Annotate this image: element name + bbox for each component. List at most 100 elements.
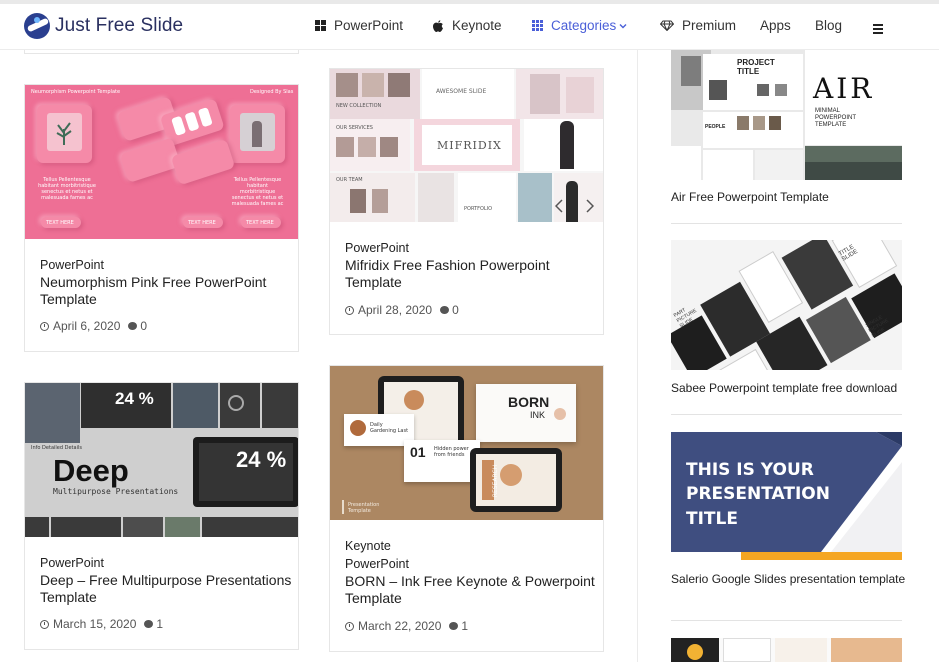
post-category[interactable]: PowerPoint <box>40 554 295 572</box>
thumb-slide-panel <box>230 105 285 163</box>
logo-text: Just Free Slide <box>55 15 184 36</box>
comment-icon <box>440 306 450 314</box>
hamburger-icon[interactable] <box>873 24 883 36</box>
nav-item-keynote[interactable]: Keynote <box>433 18 502 33</box>
thumb-label: AWESOME SLIDE <box>436 88 487 95</box>
nav-item-blog[interactable]: Blog <box>815 18 842 33</box>
post-card[interactable]: Neumorphism Powerpoint Template Designed… <box>24 84 299 352</box>
thumb-stat: 24 % <box>115 389 154 408</box>
comment-count[interactable]: 1 <box>461 619 468 633</box>
post-stats: March 15, 2020 1 <box>40 617 163 631</box>
comment-count[interactable]: 0 <box>140 319 147 333</box>
sidebar-thumbnail[interactable]: THIS IS YOUR PRESENTATION TITLE <box>671 432 902 562</box>
thumb-button-text: TEXT HERE <box>188 220 216 226</box>
thumb-headline: Deep <box>53 453 129 488</box>
post-date: April 6, 2020 <box>53 319 121 333</box>
sidebar-thumbnail-partial[interactable] <box>671 638 902 662</box>
thumb-small-label: Info Detailed Details <box>31 445 82 451</box>
comment-icon <box>449 622 459 630</box>
carousel-prev-icon[interactable] <box>555 199 563 213</box>
thumb-slide-panel <box>37 105 92 163</box>
clock-icon <box>345 621 354 631</box>
post-category[interactable]: PowerPoint <box>345 239 595 257</box>
site-logo[interactable]: Just Free Slide <box>24 13 183 39</box>
thumb-big: AIR <box>813 72 875 105</box>
post-stats: April 6, 2020 0 <box>40 319 147 333</box>
post-title[interactable]: Neumorphism Pink Free PowerPoint Templat… <box>40 274 290 308</box>
thumb-body-text: Tellus Pellentesque habitant morbitristi… <box>231 177 284 207</box>
chevron-down-icon <box>619 23 627 28</box>
comment-icon <box>144 620 154 628</box>
post-title[interactable]: BORN – Ink Free Keynote & Powerpoint Tem… <box>345 573 600 607</box>
thumb-header-right: Designed By Slas <box>250 89 294 95</box>
divider <box>671 620 902 621</box>
sidebar-thumbnail[interactable]: TITLE SLIDE PART PICTURE SLIDE SINGLE PI… <box>671 240 902 370</box>
nav-label: Categories <box>551 18 617 33</box>
post-title[interactable]: Mifridix Free Fashion Powerpoint Templat… <box>345 257 595 291</box>
comment-count[interactable]: 1 <box>156 617 163 631</box>
post-title[interactable]: Deep – Free Multipurpose Presentations T… <box>40 572 295 606</box>
nav-item-apps[interactable]: Apps <box>760 18 791 33</box>
thumb-brand-sub: INK <box>530 410 546 420</box>
apple-icon <box>433 19 443 32</box>
carousel-next-icon[interactable] <box>586 199 594 213</box>
thumb-line: THIS IS YOUR <box>686 460 814 480</box>
post-thumbnail[interactable]: BORN INK Daily Gardening Last 01 Hidden … <box>330 366 603 520</box>
comment-count[interactable]: 0 <box>452 303 459 317</box>
diamond-icon <box>660 20 674 31</box>
post-card[interactable]: 24 % Info Detailed Details Deep Multipur… <box>24 382 299 650</box>
thumb-label: OUR TEAM <box>336 177 363 183</box>
sidebar-post-title[interactable]: Air Free Powerpoint Template <box>671 190 911 205</box>
post-stats: April 28, 2020 0 <box>345 303 459 317</box>
post-category[interactable]: PowerPoint <box>40 256 290 274</box>
nav-label: Apps <box>760 18 791 33</box>
post-thumbnail[interactable]: Neumorphism Powerpoint Template Designed… <box>25 85 298 239</box>
nav-item-categories[interactable]: Categories <box>532 18 627 33</box>
thumb-numeral: 01 <box>410 444 426 460</box>
thumb-research: RESEARCH <box>492 464 500 498</box>
divider <box>671 223 902 224</box>
nav-label: Blog <box>815 18 843 33</box>
thumb-caption: Presentation Template <box>348 502 380 514</box>
post-category[interactable]: PowerPoint <box>345 555 600 573</box>
thumb-line: PRESENTATION <box>686 484 830 504</box>
grid-icon <box>532 20 543 31</box>
thumb-line: TITLE <box>686 509 738 529</box>
nav-item-powerpoint[interactable]: PowerPoint <box>315 18 403 33</box>
comment-icon <box>128 322 138 330</box>
divider <box>671 414 902 415</box>
sidebar-post-title[interactable]: Sabee Powerpoint template free download <box>671 381 911 396</box>
thumb-label: OUR SERVICES <box>336 125 373 131</box>
post-date: March 22, 2020 <box>358 619 442 633</box>
thumb-people: PEOPLE <box>705 124 726 130</box>
sidebar-post-title[interactable]: Salerio Google Slides presentation templ… <box>671 572 911 587</box>
thumb-button-text: TEXT HERE <box>246 220 274 226</box>
thumb-body-text: Tellus Pellentesque habitant morbitristi… <box>38 177 96 201</box>
logo-mark-icon <box>24 13 50 39</box>
thumb-brand: MIFRIDIX <box>437 139 502 152</box>
thumb-label: PORTFOLIO <box>464 206 493 212</box>
thumb-label: NEW COLLECTION <box>336 103 382 109</box>
sidebar-thumbnail[interactable]: PROJECT TITLE AIR MINIMAL POWERPOINT TEM… <box>671 50 902 180</box>
nav-item-premium[interactable]: Premium <box>660 18 736 33</box>
plant-icon <box>56 122 72 145</box>
post-stats: March 22, 2020 1 <box>345 619 468 633</box>
post-card[interactable]: BORN INK Daily Gardening Last 01 Hidden … <box>329 365 604 652</box>
clock-icon <box>345 305 354 315</box>
post-date: April 28, 2020 <box>358 303 433 317</box>
thumb-slide-collage <box>107 85 243 212</box>
post-thumbnail[interactable]: 24 % Info Detailed Details Deep Multipur… <box>25 383 298 537</box>
windows-icon <box>315 20 326 31</box>
thumb-sub: Multipurpose Presentations <box>53 487 179 496</box>
sidebar: PROJECT TITLE AIR MINIMAL POWERPOINT TEM… <box>637 50 939 662</box>
clock-icon <box>40 619 49 629</box>
thumb-header-left: Neumorphism Powerpoint Template <box>31 89 121 95</box>
post-card[interactable]: NEW COLLECTION AWESOME SLIDE OUR SERVICE… <box>329 68 604 335</box>
post-thumbnail[interactable]: NEW COLLECTION AWESOME SLIDE OUR SERVICE… <box>330 69 603 222</box>
nav-label: PowerPoint <box>334 18 404 33</box>
post-date: March 15, 2020 <box>53 617 137 631</box>
nav-label: Keynote <box>452 18 502 33</box>
post-category[interactable]: Keynote <box>345 537 600 555</box>
thumb-sub: MINIMAL POWERPOINT TEMPLATE <box>815 108 856 128</box>
clock-icon <box>40 321 49 331</box>
